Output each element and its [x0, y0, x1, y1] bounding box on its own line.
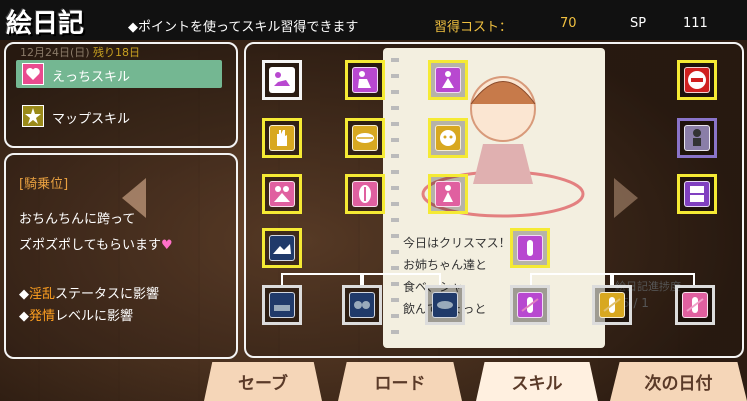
tree-connector [610, 273, 614, 285]
toy-cross-icon [686, 297, 704, 313]
skill-node-vagina[interactable] [345, 174, 385, 214]
tab-skill[interactable]: スキル [476, 362, 598, 401]
skill-node-embrace[interactable] [262, 174, 302, 214]
skill-node-hug[interactable] [428, 60, 468, 100]
description-line: ズポズポしてもらいます♥ [19, 238, 173, 253]
cowgirl-icon [443, 185, 453, 202]
sp-value: 111 [683, 16, 708, 31]
date-text: 12月24日(日) [20, 46, 90, 59]
tab-next-day[interactable]: 次の日付 [610, 362, 747, 401]
doll-icon [693, 129, 701, 146]
tab-load[interactable]: ロード [338, 362, 462, 401]
category-label: マップスキル [52, 112, 131, 127]
category-ecchi-skill[interactable]: えっちスキル [16, 60, 222, 88]
embrace-icon [274, 186, 290, 202]
skill-node-locked[interactable] [342, 285, 382, 325]
diary-notebook: 今日はクリスマス！ お姉ちゃん達と 食べ、シャ 飲んでちょっと [383, 48, 605, 348]
scene-icon [273, 244, 291, 254]
vagina-icon [359, 185, 371, 203]
header-bar: 絵日記 ◆ポイントを使ってスキル習得できます 習得コスト： 70 SP 111 [0, 0, 747, 40]
skill-node-toy[interactable] [510, 228, 550, 268]
tree-connector [360, 273, 364, 285]
skill-node-doll[interactable] [677, 118, 717, 158]
lips-icon [356, 133, 374, 143]
skill-node-sitting[interactable] [345, 60, 385, 100]
no-entry-icon [688, 71, 706, 89]
effect-line: ◆発情レベルに影響 [19, 309, 134, 324]
skill-node-cowgirl[interactable] [428, 174, 468, 214]
notebook-rings [391, 58, 399, 338]
skill-name: [騎乗位] [19, 177, 69, 192]
category-map-skill[interactable]: マップスキル [16, 102, 222, 130]
skill-node-hand[interactable] [262, 118, 302, 158]
face-icon [440, 130, 456, 146]
skill-node-cunnilingus[interactable] [262, 60, 302, 100]
skill-node-locked[interactable] [592, 285, 632, 325]
category-label: えっちスキル [52, 70, 131, 85]
skill-node-locked[interactable] [262, 285, 302, 325]
toy-cross-icon [603, 297, 621, 313]
cost-label: 習得コスト： [434, 20, 513, 35]
diary-text: 今日はクリスマス！ [403, 236, 511, 250]
description-line: おちんちんに跨って [19, 212, 136, 227]
hand-icon [277, 130, 287, 146]
instruction-text: ◆ポイントを使ってスキル習得できます [128, 20, 359, 35]
bed-icon [274, 305, 290, 311]
drawer-icon [690, 186, 704, 202]
skill-node-face[interactable] [428, 118, 468, 158]
skill-node-locked[interactable] [510, 285, 550, 325]
skill-node-scene[interactable] [262, 228, 302, 268]
skill-node-drawer[interactable] [677, 174, 717, 214]
star-icon [22, 105, 44, 127]
hug-icon [442, 71, 454, 88]
tab-save[interactable]: セーブ [204, 362, 322, 401]
effect-line: ◆淫乱ステータスに影響 [19, 287, 160, 302]
sitting-position-icon [358, 71, 371, 88]
skill-node-prohibited[interactable] [677, 60, 717, 100]
sp-label: SP [630, 16, 647, 31]
skill-node-locked[interactable] [675, 285, 715, 325]
remaining-days: 残り18日 [93, 46, 140, 59]
heart-symbol: ♥ [160, 238, 173, 253]
toy-cross-icon [521, 297, 539, 313]
diary-text: お姉ちゃん達と [403, 258, 488, 272]
skill-node-lips[interactable] [345, 118, 385, 158]
game-screen: 絵日記 ◆ポイントを使ってスキル習得できます 習得コスト： 70 SP 111 … [0, 0, 747, 401]
prev-arrow[interactable] [122, 178, 146, 218]
skill-node-locked[interactable] [425, 285, 465, 325]
heart-icon [22, 63, 44, 85]
toy-icon [527, 240, 533, 256]
mouth-icon [437, 301, 453, 309]
screen-title: 絵日記 [6, 9, 85, 39]
breasts-icon [354, 301, 370, 309]
cunnilingus-icon [274, 72, 290, 86]
cost-value: 70 [560, 16, 577, 31]
